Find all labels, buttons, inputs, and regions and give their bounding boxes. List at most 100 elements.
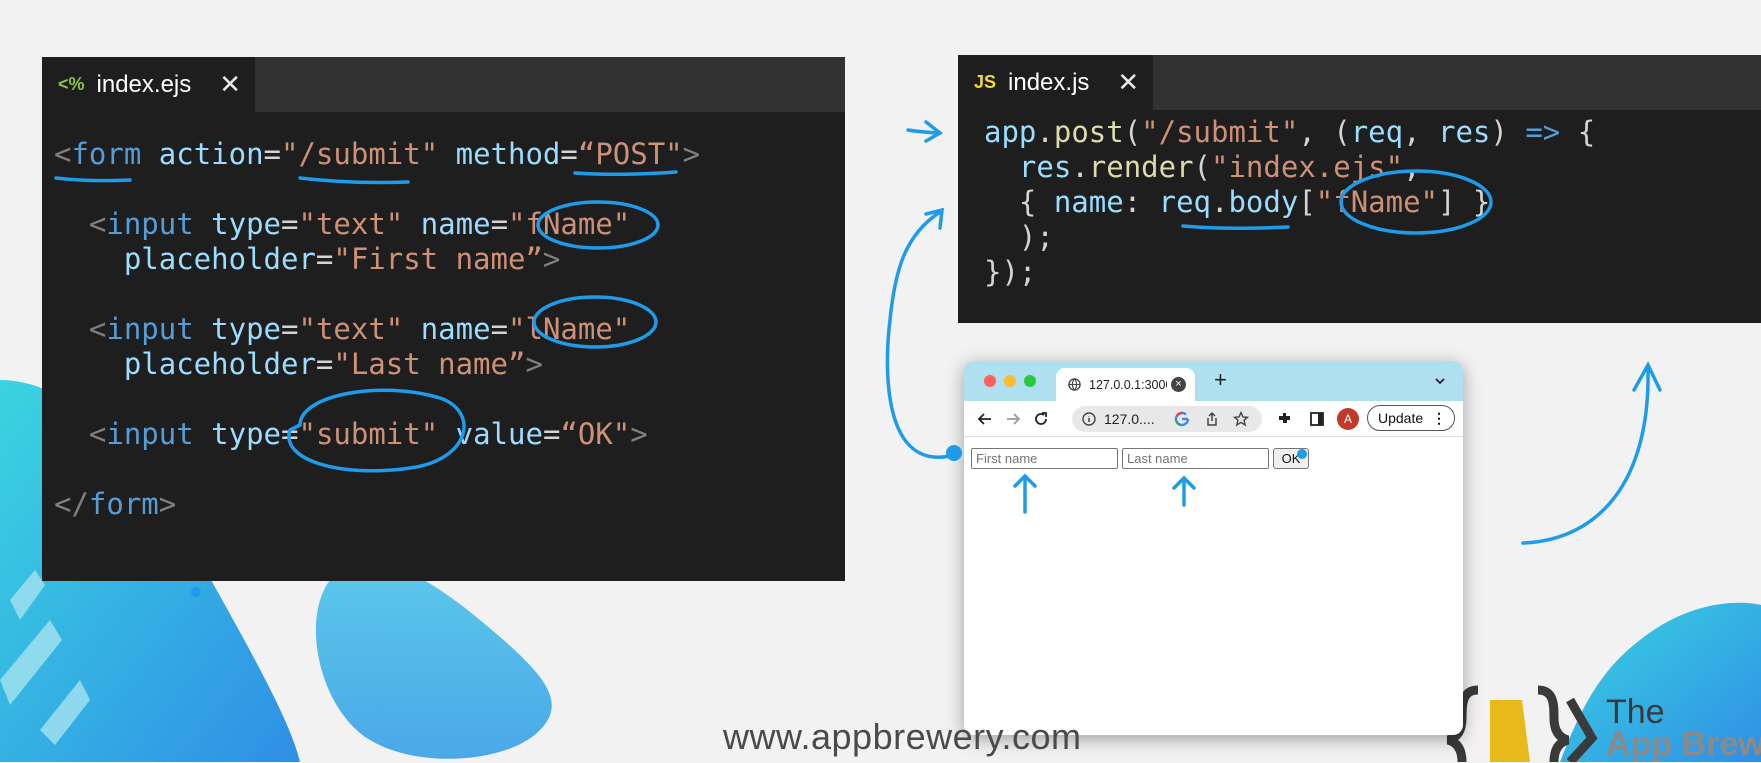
code-token: req bbox=[1158, 185, 1211, 219]
code-token: ] } bbox=[1438, 185, 1491, 219]
new-tab-button[interactable]: + bbox=[1214, 367, 1227, 393]
code-token: type bbox=[211, 312, 282, 346]
menu-dots-icon[interactable]: ⋮ bbox=[1432, 406, 1446, 430]
browser-tab-title: 127.0.0.1:3000 bbox=[1089, 377, 1167, 392]
back-arrow-icon[interactable] bbox=[976, 410, 994, 428]
tab-title: index.js bbox=[1008, 68, 1090, 96]
close-tab-icon[interactable]: × bbox=[1171, 377, 1186, 392]
code-token: placeholder bbox=[123, 347, 316, 381]
code-token: value bbox=[455, 417, 543, 451]
code-token: input bbox=[106, 207, 194, 241]
code-line: <input type="text" name="fName" bbox=[54, 207, 630, 241]
code-line: </form> bbox=[54, 487, 176, 521]
code-token: > bbox=[630, 417, 648, 451]
code-token: "lName" bbox=[508, 312, 631, 346]
code-token: "submit" bbox=[298, 417, 439, 451]
site-info-icon[interactable] bbox=[1082, 412, 1096, 426]
url-text: 127.0.... bbox=[1104, 411, 1155, 427]
update-label: Update bbox=[1378, 410, 1424, 426]
editor-tab-bar: <% index.ejs ✕ bbox=[42, 57, 845, 112]
chevron-down-icon[interactable] bbox=[1434, 375, 1446, 387]
code-line: <input type="submit" value=“OK"> bbox=[54, 417, 648, 451]
last-name-input[interactable]: Last name bbox=[1122, 448, 1269, 469]
minimize-window-button[interactable] bbox=[1004, 375, 1016, 387]
code-token: , ( bbox=[1298, 115, 1351, 149]
code-token: res bbox=[1018, 150, 1072, 184]
maximize-window-button[interactable] bbox=[1024, 375, 1036, 387]
browser-toolbar: 127.0.... A Update ⋮ bbox=[964, 401, 1463, 437]
code-token: > bbox=[158, 487, 177, 521]
code-token: = bbox=[490, 312, 509, 346]
code-token: : bbox=[1123, 185, 1159, 219]
code-token: = bbox=[263, 137, 282, 171]
code-token: "/submit" bbox=[1141, 115, 1299, 149]
close-window-button[interactable] bbox=[984, 375, 996, 387]
code-token: < bbox=[88, 207, 107, 241]
code-token: form bbox=[71, 137, 142, 171]
code-token: < bbox=[88, 312, 107, 346]
side-panel-icon[interactable] bbox=[1308, 410, 1326, 428]
browser-window: 127.0.0.1:3000 × + 127.0.... A Update ⋮ … bbox=[964, 361, 1463, 735]
forward-arrow-icon[interactable] bbox=[1004, 410, 1022, 428]
code-token: . bbox=[1071, 150, 1089, 184]
logo-the-text: The bbox=[1606, 693, 1665, 731]
code-token: > bbox=[542, 242, 561, 276]
code-token: , bbox=[1403, 115, 1439, 149]
code-token: method bbox=[455, 137, 561, 171]
code-token: action bbox=[158, 137, 264, 171]
logo-brand-text: App Brewery bbox=[1606, 725, 1761, 763]
code-token: type bbox=[211, 417, 282, 451]
code-token: , bbox=[1403, 150, 1421, 184]
code-line: <form action="/submit" method=“POST"> bbox=[54, 137, 700, 171]
address-bar[interactable]: 127.0.... bbox=[1072, 406, 1262, 432]
code-token: </ bbox=[54, 487, 89, 521]
code-token: “POST" bbox=[577, 137, 683, 171]
code-token: [ bbox=[1298, 185, 1316, 219]
code-token: ( bbox=[1193, 150, 1212, 184]
ok-submit-button[interactable]: OK bbox=[1273, 448, 1309, 469]
code-token: = bbox=[315, 347, 334, 381]
code-line: { name: req.body["fName"] } bbox=[984, 185, 1490, 219]
code-token: { bbox=[984, 185, 1054, 219]
globe-icon bbox=[1068, 378, 1081, 391]
code-token: }); bbox=[984, 255, 1037, 289]
code-token: req bbox=[1350, 115, 1404, 149]
code-token: = bbox=[560, 137, 578, 171]
browser-tab[interactable]: 127.0.0.1:3000 × bbox=[1056, 368, 1195, 401]
tab-index-ejs[interactable]: <% index.ejs ✕ bbox=[42, 57, 256, 112]
tab-index-js[interactable]: JS index.js ✕ bbox=[958, 55, 1154, 110]
google-icon[interactable] bbox=[1174, 411, 1190, 427]
close-icon[interactable]: ✕ bbox=[1117, 67, 1139, 98]
code-token: > bbox=[682, 137, 701, 171]
close-icon[interactable]: ✕ bbox=[219, 69, 241, 100]
share-icon[interactable] bbox=[1204, 411, 1220, 427]
extensions-icon[interactable] bbox=[1276, 410, 1294, 428]
tab-title: index.ejs bbox=[96, 70, 192, 98]
site-url-watermark: www.appbrewery.com bbox=[723, 716, 1082, 757]
first-name-input[interactable]: First name bbox=[971, 448, 1118, 469]
code-token: "First name” bbox=[333, 242, 543, 276]
code-token: = bbox=[490, 207, 509, 241]
app-brewery-logo: The App Brewery bbox=[1606, 693, 1761, 763]
code-token: = bbox=[542, 417, 561, 451]
code-token: body bbox=[1228, 185, 1299, 219]
code-token: . bbox=[1036, 115, 1054, 149]
code-token: "fName" bbox=[508, 207, 631, 241]
code-token: "fName" bbox=[1315, 185, 1438, 219]
reload-icon[interactable] bbox=[1032, 410, 1050, 428]
last-name-placeholder: Last name bbox=[1127, 451, 1188, 466]
avatar[interactable]: A bbox=[1337, 408, 1359, 430]
code-token: "Last name” bbox=[333, 347, 526, 381]
update-button[interactable]: Update ⋮ bbox=[1367, 405, 1455, 431]
star-icon[interactable] bbox=[1233, 411, 1249, 427]
code-line: }); bbox=[984, 255, 1036, 289]
